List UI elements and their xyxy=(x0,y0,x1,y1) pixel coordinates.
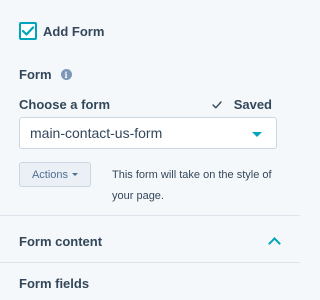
checkmark-icon xyxy=(22,26,34,36)
form-section-heading: Form i xyxy=(19,67,72,82)
form-content-title: Form content xyxy=(19,234,103,249)
form-style-help-text: This form will take on the style of your… xyxy=(112,169,272,202)
actions-button-label: Actions xyxy=(31,168,69,181)
form-section-label: Form xyxy=(19,67,52,82)
saved-status: Saved xyxy=(211,97,272,112)
section-divider xyxy=(0,262,300,263)
form-fields-label: Form fields xyxy=(19,276,90,291)
actions-caret-down-icon xyxy=(72,173,79,176)
form-settings-panel: Add Form Form i Choose a form Saved main… xyxy=(0,0,300,300)
form-content-section-toggle[interactable]: Form content xyxy=(19,234,281,250)
actions-button[interactable]: Actions xyxy=(19,162,91,187)
saved-status-text: Saved xyxy=(233,97,272,112)
choose-form-label: Choose a form xyxy=(19,97,111,112)
caret-down-icon xyxy=(252,132,262,137)
section-divider xyxy=(0,215,300,216)
chevron-up-icon[interactable] xyxy=(268,237,281,250)
saved-check-icon xyxy=(211,100,222,109)
info-icon[interactable]: i xyxy=(60,69,72,80)
form-select-dropdown[interactable]: main-contact-us-form xyxy=(19,117,277,149)
add-form-label: Add Form xyxy=(43,23,105,39)
form-select-value: main-contact-us-form xyxy=(30,125,163,141)
add-form-checkbox-row[interactable]: Add Form xyxy=(19,22,104,40)
add-form-checkbox[interactable] xyxy=(19,22,37,40)
